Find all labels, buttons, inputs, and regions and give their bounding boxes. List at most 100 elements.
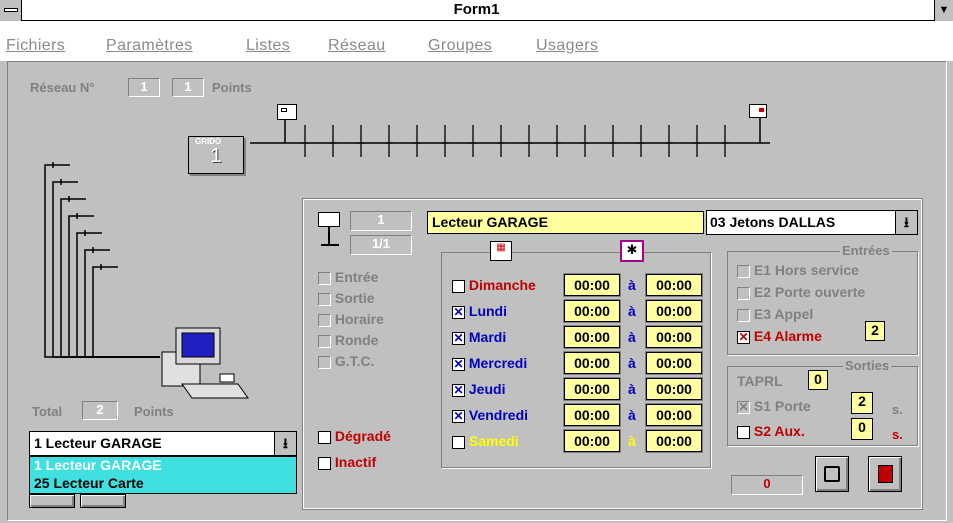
mode-label: G.T.C. [334, 353, 375, 369]
reader-select[interactable]: 1 Lecteur GARAGE ⭳ [29, 431, 297, 456]
time-from-input[interactable]: 00:00 [563, 429, 621, 453]
menu-listes[interactable]: Listes [246, 37, 290, 55]
computer-icon[interactable] [160, 322, 250, 402]
checkbox-box[interactable] [452, 435, 465, 449]
day-row[interactable]: ✕ Mercredi [452, 355, 527, 375]
day-row[interactable]: Dimanche [452, 277, 536, 297]
time-to-input[interactable]: 00:00 [645, 351, 703, 375]
entree-checkbox[interactable]: E1 Hors service [737, 262, 859, 282]
checkbox-box[interactable] [318, 355, 331, 369]
reader-end-icon[interactable] [749, 104, 767, 118]
entree-checkbox[interactable]: ✕ E4 Alarme [737, 328, 822, 348]
time-to-input[interactable]: 00:00 [645, 429, 703, 453]
minimize-button[interactable]: ▼ [934, 0, 953, 21]
a-label: à [628, 355, 636, 371]
total-points-label: Points [134, 404, 174, 419]
checkbox-box[interactable] [318, 313, 331, 327]
clock-icon[interactable]: ✱ [620, 240, 644, 262]
time-from-input[interactable]: 00:00 [563, 377, 621, 401]
day-row[interactable]: ✕ Lundi [452, 303, 507, 323]
calendar-icon[interactable]: ▦ [490, 241, 512, 261]
total-value: 2 [82, 401, 118, 420]
time-to-input[interactable]: 00:00 [645, 377, 703, 401]
token-type-dropdown-icon[interactable]: ⭳ [895, 211, 917, 234]
time-to-input[interactable]: 00:00 [645, 299, 703, 323]
time-to-input[interactable]: 00:00 [645, 325, 703, 349]
s2-checkbox[interactable]: S2 Aux. [737, 423, 805, 443]
checkbox-box[interactable]: ✕ [452, 305, 465, 319]
entree-checkbox[interactable]: E3 Appel [737, 306, 813, 326]
menu-usagers[interactable]: Usagers [536, 37, 598, 55]
checkbox-box[interactable]: ✕ [452, 383, 465, 397]
delete-button[interactable] [868, 456, 902, 492]
checkbox-box[interactable] [318, 334, 331, 348]
checkbox-box[interactable] [318, 271, 331, 285]
checkbox-box[interactable] [737, 425, 750, 439]
taprl-label: TAPRL [737, 373, 783, 389]
checkbox-box[interactable] [452, 279, 465, 293]
s1-checkbox[interactable]: ✕ S1 Porte [737, 398, 811, 418]
degrade-checkbox[interactable]: Dégradé [318, 428, 391, 448]
mode-checkbox[interactable]: Entrée [318, 269, 378, 289]
system-menu-button[interactable] [0, 0, 22, 21]
time-from-input[interactable]: 00:00 [563, 403, 621, 427]
reader-page: 1/1 [350, 235, 412, 255]
day-label: Jeudi [468, 381, 506, 397]
menu-fichiers[interactable]: Fichiers [6, 37, 65, 55]
nav-button-left[interactable] [29, 494, 75, 508]
menu-parametres[interactable]: Paramètres [106, 37, 193, 55]
checkbox-box[interactable] [318, 430, 331, 444]
s2-value-input[interactable]: 0 [851, 418, 873, 440]
reader-icon[interactable] [277, 104, 297, 120]
reader-name-input[interactable]: Lecteur GARAGE [427, 211, 704, 234]
day-row[interactable]: Samedi [452, 433, 519, 453]
checkbox-box[interactable] [737, 286, 750, 300]
checkbox-box[interactable] [318, 456, 331, 470]
a-label: à [628, 407, 636, 423]
nav-button-right[interactable] [80, 494, 126, 508]
checkbox-box[interactable]: ✕ [452, 331, 465, 345]
reader-option[interactable]: 1 Lecteur GARAGE [30, 457, 296, 475]
reader-option[interactable]: 25 Lecteur Carte [30, 475, 296, 493]
menu-reseau[interactable]: Réseau [328, 37, 386, 55]
day-row[interactable]: ✕ Jeudi [452, 381, 505, 401]
alarm-value-input[interactable]: 2 [865, 321, 885, 341]
entrees-title: Entrées [840, 243, 892, 258]
mode-checkbox[interactable]: Sortie [318, 290, 375, 310]
window-title: Form1 [453, 1, 500, 18]
floppy-icon [824, 466, 840, 482]
time-from-input[interactable]: 00:00 [563, 273, 621, 297]
entree-checkbox[interactable]: E2 Porte ouverte [737, 284, 865, 304]
day-row[interactable]: ✕ Mardi [452, 329, 506, 349]
s1-label: S1 Porte [753, 398, 811, 414]
reader-select-dropdown-icon[interactable]: ⭳ [274, 432, 296, 455]
time-to-input[interactable]: 00:00 [645, 403, 703, 427]
menu-label: Réseau [328, 37, 386, 54]
checkbox-box[interactable]: ✕ [737, 330, 750, 344]
time-from-input[interactable]: 00:00 [563, 351, 621, 375]
menu-label: Groupes [428, 37, 493, 54]
taprl-input[interactable]: 0 [808, 370, 828, 390]
checkbox-box[interactable] [737, 264, 750, 278]
entree-label: E1 Hors service [753, 262, 859, 278]
time-from-input[interactable]: 00:00 [563, 299, 621, 323]
checkbox-box[interactable]: ✕ [737, 400, 750, 414]
time-to-input[interactable]: 00:00 [645, 273, 703, 297]
menu-groupes[interactable]: Groupes [428, 37, 492, 55]
time-from-input[interactable]: 00:00 [563, 325, 621, 349]
mode-checkbox[interactable]: Horaire [318, 311, 384, 331]
degrade-label: Dégradé [334, 428, 391, 444]
mode-checkbox[interactable]: Ronde [318, 332, 378, 352]
entree-label: E4 Alarme [753, 328, 822, 344]
checkbox-box[interactable]: ✕ [452, 409, 465, 423]
token-type-select[interactable]: 03 Jetons DALLAS ⭳ [706, 210, 918, 235]
mode-checkbox[interactable]: G.T.C. [318, 353, 375, 373]
inactif-checkbox[interactable]: Inactif [318, 454, 376, 474]
s1-value-input[interactable]: 2 [851, 392, 873, 414]
save-button[interactable] [815, 456, 849, 492]
checkbox-box[interactable] [318, 292, 331, 306]
checkbox-box[interactable] [737, 308, 750, 322]
checkbox-box[interactable]: ✕ [452, 357, 465, 371]
grido-controller[interactable]: GRIDO 1 [188, 136, 244, 174]
day-row[interactable]: ✕ Vendredi [452, 407, 528, 427]
